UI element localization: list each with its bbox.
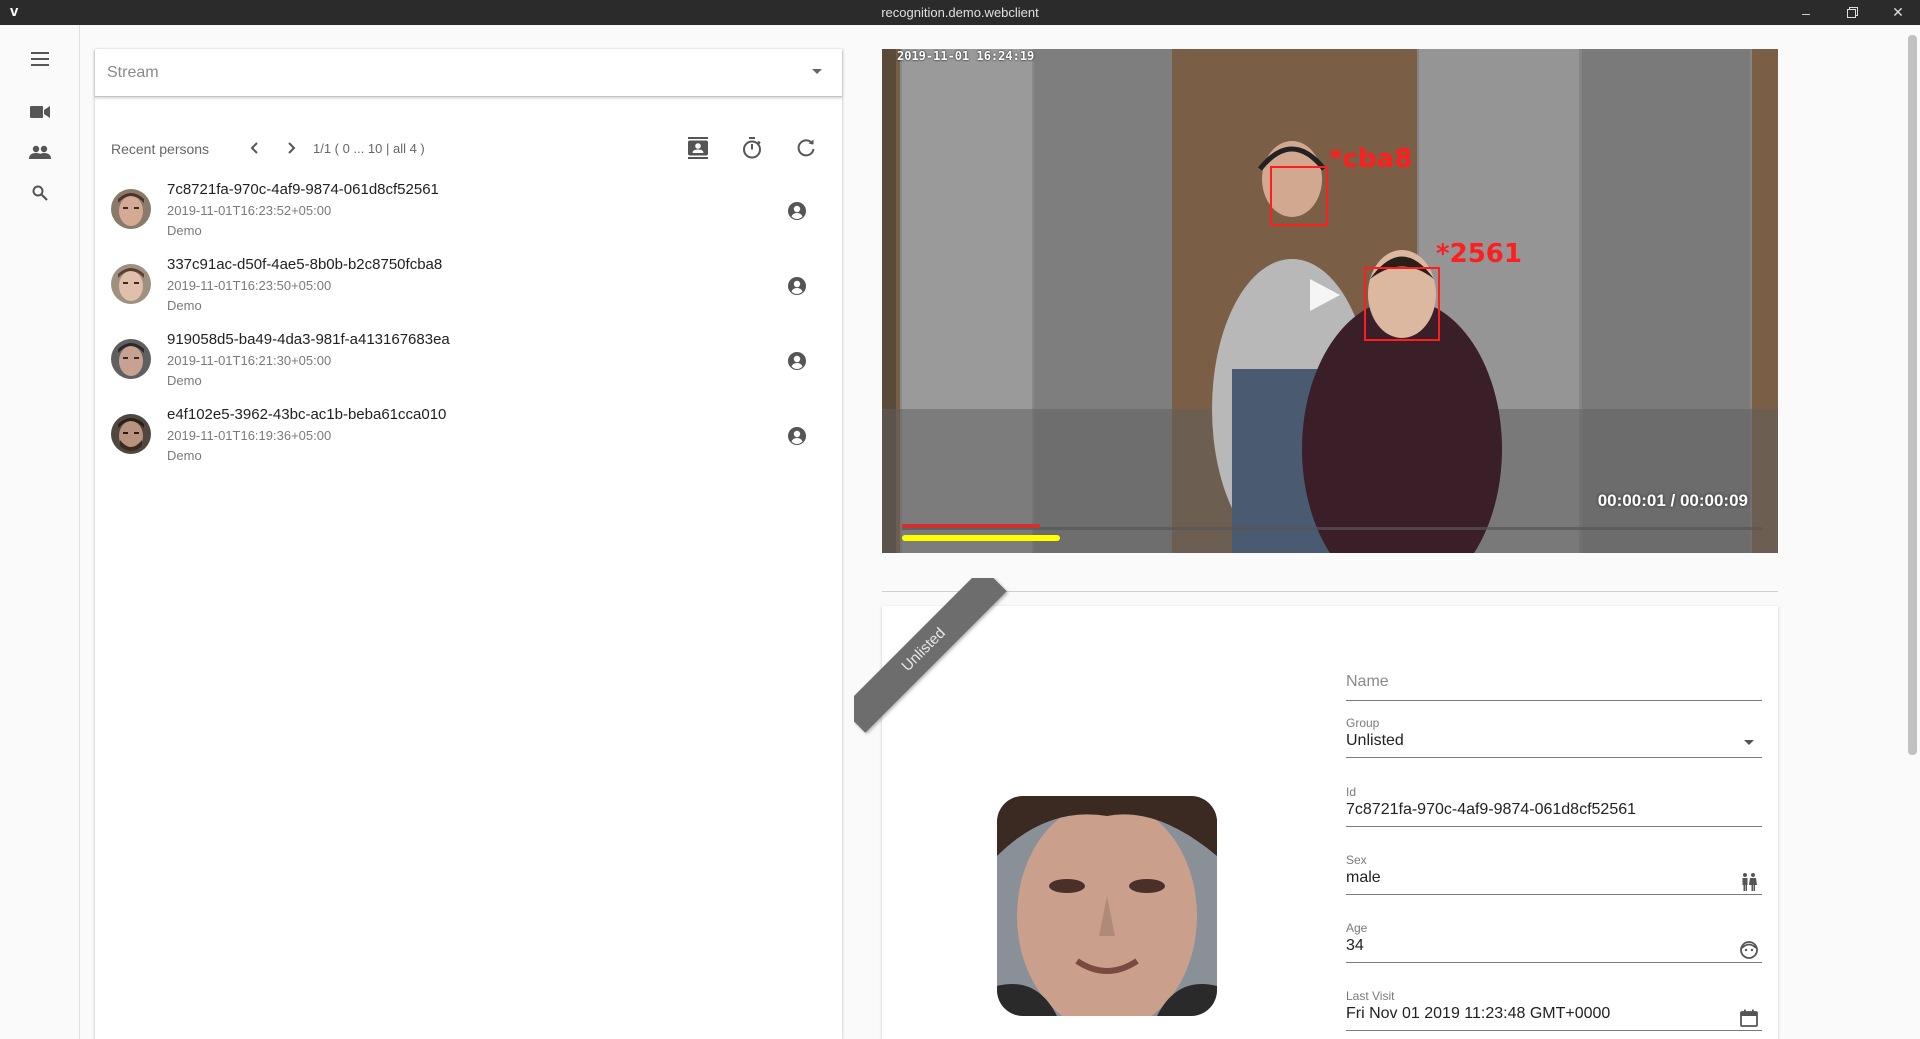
ribbon: Unlisted [854,578,1014,738]
name-placeholder: Name [1346,673,1389,690]
avatar [111,189,151,229]
avatar [111,414,151,454]
prev-page-button[interactable] [242,136,266,160]
wc-icon [1738,871,1760,893]
chevron-down-icon [1744,740,1754,745]
timer-icon[interactable] [738,134,766,162]
ribbon-label: Unlisted [854,578,1007,733]
id-field[interactable]: Id 7c8721fa-970c-4af9-9874-061d8cf52561 [1346,785,1762,827]
persons-panel: Stream Recent persons 1/1 ( 0 ... 10 | a… [95,49,842,1039]
last-visit-value: Fri Nov 01 2019 11:23:48 GMT+0000 [1346,1005,1611,1022]
person-id: e4f102e5-3962-43bc-ac1b-beba61cca010 [167,406,447,423]
name-field[interactable]: Name [1346,661,1762,701]
window-title: recognition.demo.webclient [881,5,1039,20]
stream-select[interactable]: Stream [95,49,842,97]
scrollbar-thumb[interactable] [1908,35,1917,755]
account-circle-icon[interactable] [785,274,809,298]
person-list: 7c8721fa-970c-4af9-9874-061d8cf52561 201… [95,177,842,477]
group-label: Group [1346,716,1380,730]
age-label: Age [1346,921,1368,935]
calendar-icon[interactable] [1738,1007,1760,1029]
video-timestamp: 2019-11-01 16:24:19 [897,49,1035,63]
close-icon[interactable]: ✕ [1878,0,1918,25]
person-detail-card: Unlisted Name Group Unlisted Id 7c8721fa… [854,578,1778,1039]
recent-persons-label: Recent persons [111,141,210,157]
face-tag-label: *2561 [1436,239,1522,269]
account-circle-icon[interactable] [785,424,809,448]
playback-time: 00:00:01 / 00:00:09 [1597,491,1748,510]
refresh-icon[interactable] [792,134,820,162]
person-id: 7c8721fa-970c-4af9-9874-061d8cf52561 [167,181,439,198]
divider [882,591,1778,592]
page-scrollbar[interactable] [1904,25,1920,1039]
group-select[interactable]: Group Unlisted [1346,716,1762,758]
last-visit-label: Last Visit [1346,989,1395,1003]
list-item[interactable]: 337c91ac-d50f-4ae5-8b0b-b2c8750fcba8 201… [95,252,842,327]
list-item[interactable]: e4f102e5-3962-43bc-ac1b-beba61cca010 201… [95,402,842,477]
face-box [1270,166,1328,226]
group-value: Unlisted [1346,732,1404,749]
person-group: Demo [167,448,202,463]
person-time: 2019-11-01T16:21:30+05:00 [167,353,332,368]
face-icon [1738,939,1760,961]
person-group: Demo [167,373,202,388]
video-frame [882,49,1778,553]
chevron-down-icon [812,69,822,74]
sex-field[interactable]: Sex male [1346,853,1762,895]
people-icon[interactable] [22,137,58,167]
person-group: Demo [167,223,202,238]
person-id: 919058d5-ba49-4da3-981f-a413167683ea [167,331,450,348]
stream-select-label: Stream [107,64,159,81]
contacts-icon[interactable] [684,134,712,162]
person-time: 2019-11-01T16:19:36+05:00 [167,428,332,443]
person-time: 2019-11-01T16:23:50+05:00 [167,278,332,293]
last-visit-field[interactable]: Last Visit Fri Nov 01 2019 11:23:48 GMT+… [1346,989,1762,1031]
id-label: Id [1346,785,1357,799]
person-group: Demo [167,298,202,313]
nav-rail [0,25,80,1039]
id-value: 7c8721fa-970c-4af9-9874-061d8cf52561 [1346,801,1637,818]
age-field[interactable]: Age 34 [1346,921,1762,963]
videocam-icon[interactable] [22,97,58,127]
pager-text: 1/1 ( 0 ... 10 | all 4 ) [313,141,425,156]
search-icon[interactable] [22,178,58,208]
avatar [111,339,151,379]
avatar [111,264,151,304]
face-box [1364,267,1440,341]
face-photo [997,796,1217,1016]
account-circle-icon[interactable] [785,199,809,223]
sex-value: male [1346,869,1381,886]
recent-persons-toolbar: Recent persons 1/1 ( 0 ... 10 | all 4 ) [95,134,842,164]
account-circle-icon[interactable] [785,349,809,373]
minimize-icon[interactable]: – [1786,0,1826,25]
sex-label: Sex [1346,853,1367,867]
face-tag-label: *cba8 [1329,144,1413,174]
video-player[interactable]: 2019-11-01 16:24:19 *cba8 *2561 00:00:01… [882,49,1778,553]
person-id: 337c91ac-d50f-4ae5-8b0b-b2c8750fcba8 [167,256,443,273]
restore-icon[interactable] [1832,0,1872,25]
list-item[interactable]: 919058d5-ba49-4da3-981f-a413167683ea 201… [95,327,842,402]
list-item[interactable]: 7c8721fa-970c-4af9-9874-061d8cf52561 201… [95,177,842,252]
menu-icon[interactable] [22,44,58,74]
age-value: 34 [1346,937,1364,954]
person-time: 2019-11-01T16:23:52+05:00 [167,203,332,218]
next-page-button[interactable] [280,136,304,160]
window-titlebar: v recognition.demo.webclient – ✕ [0,0,1920,25]
